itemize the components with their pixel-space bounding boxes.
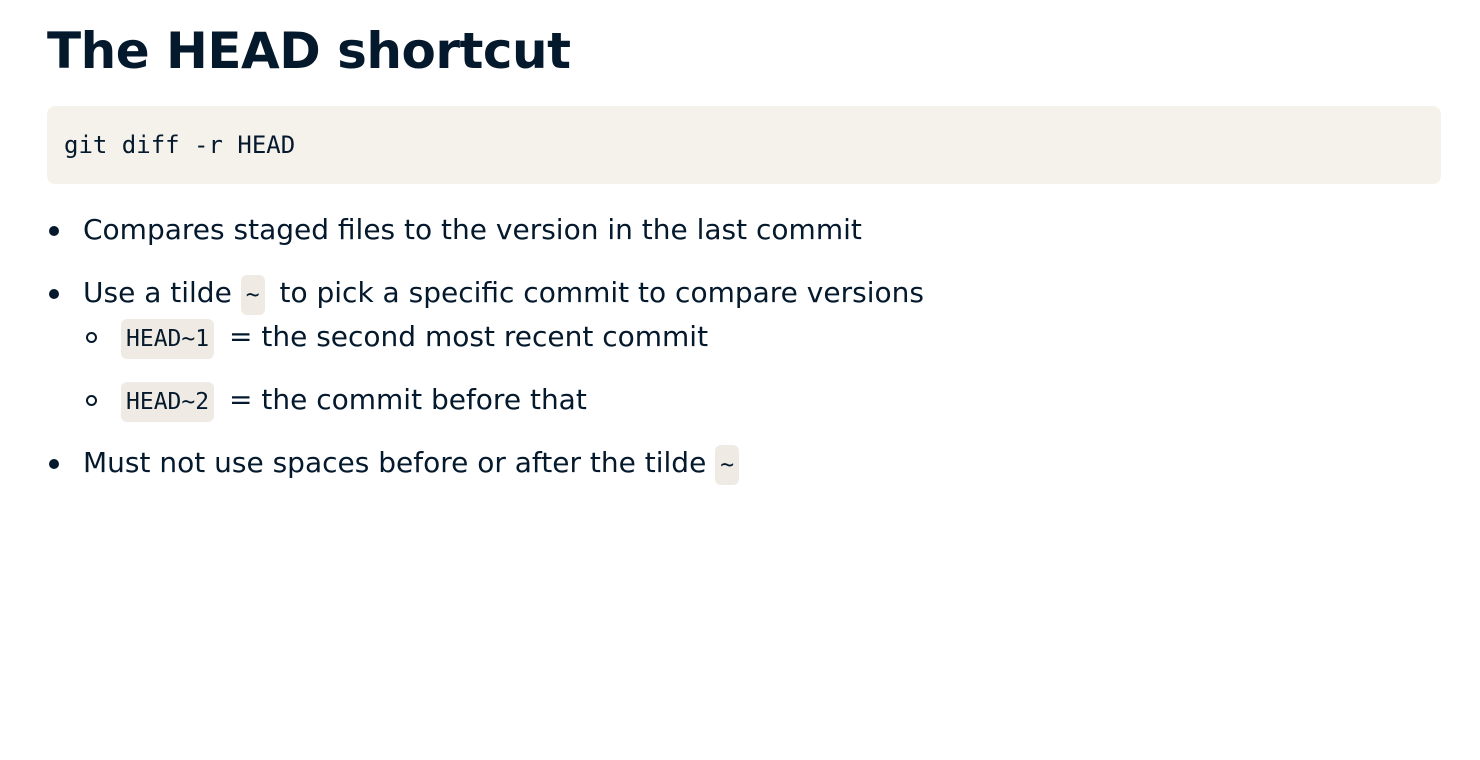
bullet-item: Compares staged files to the version in …	[47, 208, 924, 252]
bullet-item: Use a tilde ~ to pick a specific commit …	[47, 271, 924, 315]
bullet-list: Compares staged files to the version in …	[47, 208, 924, 485]
sub-bullet-item: HEAD~1 = the second most recent commit	[47, 315, 924, 359]
bullet-dot-icon	[49, 459, 59, 469]
bullet-dot-icon	[49, 289, 59, 299]
circle-bullet-icon	[86, 332, 97, 343]
bullet-dot-icon	[49, 226, 59, 236]
bullet-text: to pick a specific commit to compare ver…	[279, 276, 924, 309]
command-text: git diff -r HEAD	[64, 131, 296, 159]
bullet-text: Use a tilde	[83, 276, 232, 309]
inline-code: HEAD~1	[121, 319, 215, 359]
sub-bullet-list: HEAD~1 = the second most recent commit H…	[47, 315, 924, 422]
code-block: git diff -r HEAD	[47, 106, 1441, 184]
inline-code: ~	[240, 275, 265, 315]
bullet-text: Must not use spaces before or after the …	[83, 446, 707, 479]
inline-code: HEAD~2	[121, 382, 215, 422]
slide: The HEAD shortcut git diff -r HEAD Compa…	[0, 0, 1480, 760]
bullet-item: Must not use spaces before or after the …	[47, 441, 924, 485]
bullet-text: Compares staged files to the version in …	[83, 213, 862, 246]
sub-bullet-item: HEAD~2 = the commit before that	[47, 378, 924, 422]
bullet-text: = the second most recent commit	[229, 320, 709, 353]
slide-title: The HEAD shortcut	[47, 22, 571, 80]
bullet-text: = the commit before that	[229, 383, 587, 416]
circle-bullet-icon	[86, 395, 97, 406]
inline-code: ~	[715, 445, 740, 485]
